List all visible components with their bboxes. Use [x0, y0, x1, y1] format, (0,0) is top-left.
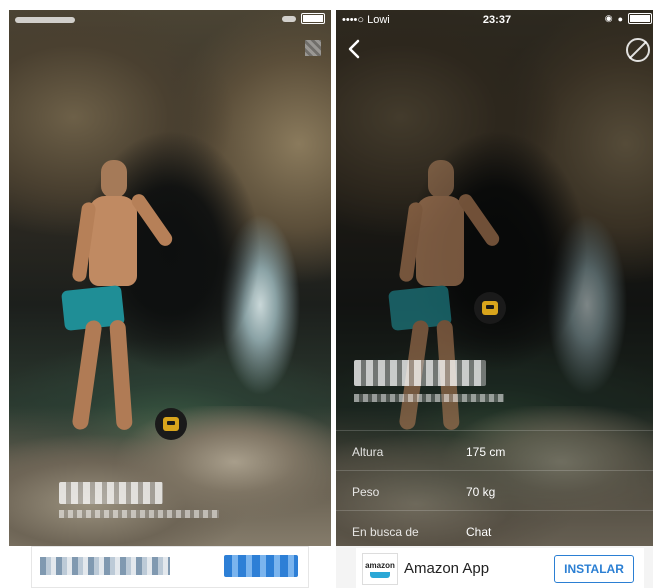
battery-icon	[628, 13, 652, 24]
signal-icon: ◉	[604, 13, 613, 23]
status-icons: ◉ ●	[605, 13, 652, 24]
detail-label: Altura	[352, 445, 384, 459]
detail-label: Peso	[352, 485, 380, 499]
status-bar: ••••○ Lowi 23:37 ◉ ●	[336, 10, 653, 30]
detail-row-looking-for: En busca de Chat	[336, 510, 653, 551]
profile-name-redacted	[59, 482, 163, 504]
profile-subtitle-redacted	[59, 510, 219, 518]
profile-name-redacted	[354, 360, 486, 386]
ad-banner[interactable]: amazon Amazon App INSTALAR	[336, 546, 653, 588]
block-icon[interactable]	[305, 40, 321, 56]
profile-photo-screen	[9, 10, 331, 588]
profile-subtitle-redacted	[354, 394, 504, 402]
detail-row-height: Altura 175 cm	[336, 430, 653, 471]
ad-banner[interactable]	[9, 546, 331, 588]
back-icon[interactable]	[344, 38, 366, 60]
install-button[interactable]: INSTALAR	[554, 555, 634, 583]
status-icons	[282, 13, 325, 24]
ad-title: Amazon App	[404, 560, 490, 577]
detail-label: En busca de	[352, 525, 419, 539]
detail-row-weight: Peso 70 kg	[336, 470, 653, 511]
detail-value: 175 cm	[466, 445, 506, 459]
detail-value: 70 kg	[466, 485, 496, 499]
status-carrier-blurred	[15, 17, 75, 23]
alarm-icon: ●	[617, 13, 623, 24]
battery-icon	[301, 13, 325, 24]
block-icon[interactable]	[626, 38, 650, 62]
amazon-logo-icon: amazon	[362, 553, 398, 585]
grindr-badge-icon	[155, 408, 187, 440]
detail-value: Chat	[466, 525, 492, 539]
ad-title-redacted	[40, 557, 170, 575]
grindr-badge-icon	[474, 292, 506, 324]
ad-install-button-redacted[interactable]	[224, 555, 298, 577]
status-bar	[9, 10, 331, 30]
profile-details-screen: ••••○ Lowi 23:37 ◉ ● Altura 175 cm Peso …	[336, 10, 653, 588]
